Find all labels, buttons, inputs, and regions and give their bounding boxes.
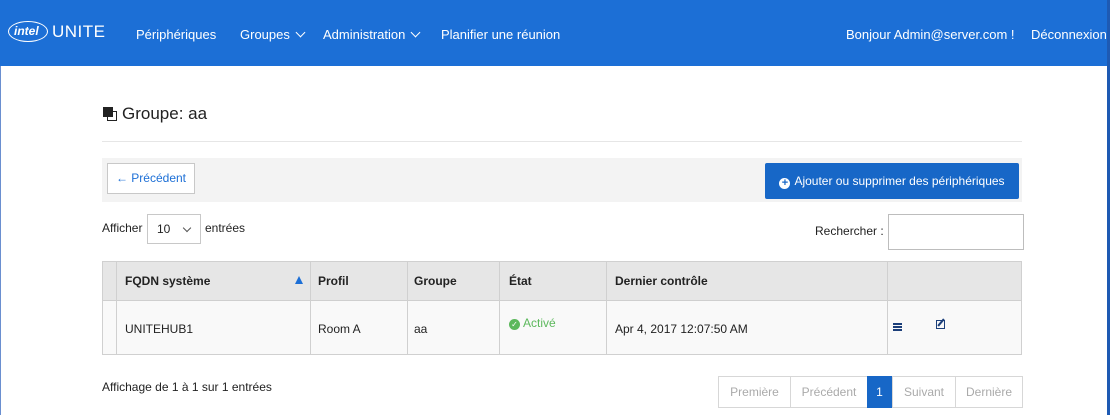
- sort-ascending-icon[interactable]: [295, 276, 303, 284]
- logo-brand: intel: [14, 24, 39, 38]
- back-button[interactable]: ← Précédent: [107, 163, 195, 194]
- entries-label: entrées: [205, 221, 246, 235]
- pagination-previous[interactable]: Précédent: [790, 376, 868, 408]
- pagination-next[interactable]: Suivant: [892, 376, 956, 408]
- page-title: Groupe: aa: [103, 104, 207, 124]
- column-header-last-check[interactable]: Dernier contrôle: [615, 274, 708, 288]
- pagination-page-1[interactable]: 1: [867, 376, 892, 408]
- devices-table: FQDN système Profil Groupe État Dernier …: [102, 261, 1022, 355]
- column-header-status[interactable]: État: [509, 274, 532, 288]
- nav-item-administration[interactable]: Administration: [323, 27, 421, 42]
- nav-item-schedule-meeting[interactable]: Planifier une réunion: [441, 27, 560, 42]
- logout-link[interactable]: Déconnexion: [1031, 27, 1107, 42]
- table-header: FQDN système Profil Groupe État Dernier …: [103, 262, 1021, 301]
- plus-circle-icon: +: [779, 178, 791, 189]
- edit-icon[interactable]: [936, 320, 945, 329]
- toolbar: ← Précédent + Ajouter ou supprimer des pé…: [102, 158, 1022, 202]
- column-divider: [606, 262, 607, 354]
- column-divider: [116, 262, 117, 354]
- column-divider: [887, 262, 888, 354]
- check-circle-icon: ✓: [509, 319, 520, 330]
- column-header-group[interactable]: Groupe: [414, 274, 457, 288]
- chevron-down-icon: [182, 223, 192, 233]
- table-info: Affichage de 1 à 1 sur 1 entrées: [102, 380, 272, 394]
- pagination-first[interactable]: Première: [718, 376, 791, 408]
- chevron-down-icon: [295, 27, 306, 38]
- top-navigation-bar: intel UNITE Périphériques Groupes Admini…: [0, 0, 1110, 66]
- details-list-icon[interactable]: [893, 323, 902, 331]
- cell-group: aa: [414, 322, 428, 336]
- show-label: Afficher: [102, 221, 143, 235]
- search-input[interactable]: [888, 214, 1024, 250]
- table-row[interactable]: UNITEHUB1 Room A aa ✓ Activé Apr 4, 2017 …: [103, 301, 1021, 354]
- page-size-value: 10: [157, 222, 171, 236]
- pagination-last[interactable]: Dernière: [955, 376, 1023, 408]
- column-divider: [310, 262, 311, 354]
- nav-item-administration-label: Administration: [323, 27, 406, 42]
- user-greeting: Bonjour Admin@server.com !: [846, 27, 1015, 42]
- cell-status: ✓ Activé: [509, 316, 556, 330]
- cell-profile: Room A: [318, 322, 361, 336]
- column-header-fqdn[interactable]: FQDN système: [125, 274, 210, 288]
- search-label: Rechercher :: [815, 224, 884, 238]
- nav-item-groups[interactable]: Groupes: [240, 27, 306, 42]
- logo-product: UNITE: [52, 22, 106, 41]
- chevron-down-icon: [410, 27, 421, 38]
- page-title-text: Groupe: aa: [122, 104, 208, 123]
- group-icon: [103, 107, 117, 121]
- cell-fqdn: UNITEHUB1: [125, 322, 194, 336]
- column-divider: [407, 262, 408, 354]
- column-divider: [499, 262, 500, 354]
- page-size-select[interactable]: 10: [147, 214, 201, 244]
- add-remove-devices-button[interactable]: + Ajouter ou supprimer des périphériques: [765, 163, 1019, 199]
- title-divider: [102, 141, 1022, 142]
- column-header-profile[interactable]: Profil: [318, 274, 349, 288]
- status-text: Activé: [523, 316, 556, 330]
- cell-last-check: Apr 4, 2017 12:07:50 AM: [615, 322, 748, 336]
- nav-item-devices[interactable]: Périphériques: [136, 27, 216, 42]
- nav-item-groups-label: Groupes: [240, 27, 290, 42]
- add-remove-devices-label: Ajouter ou supprimer des périphériques: [794, 174, 1005, 188]
